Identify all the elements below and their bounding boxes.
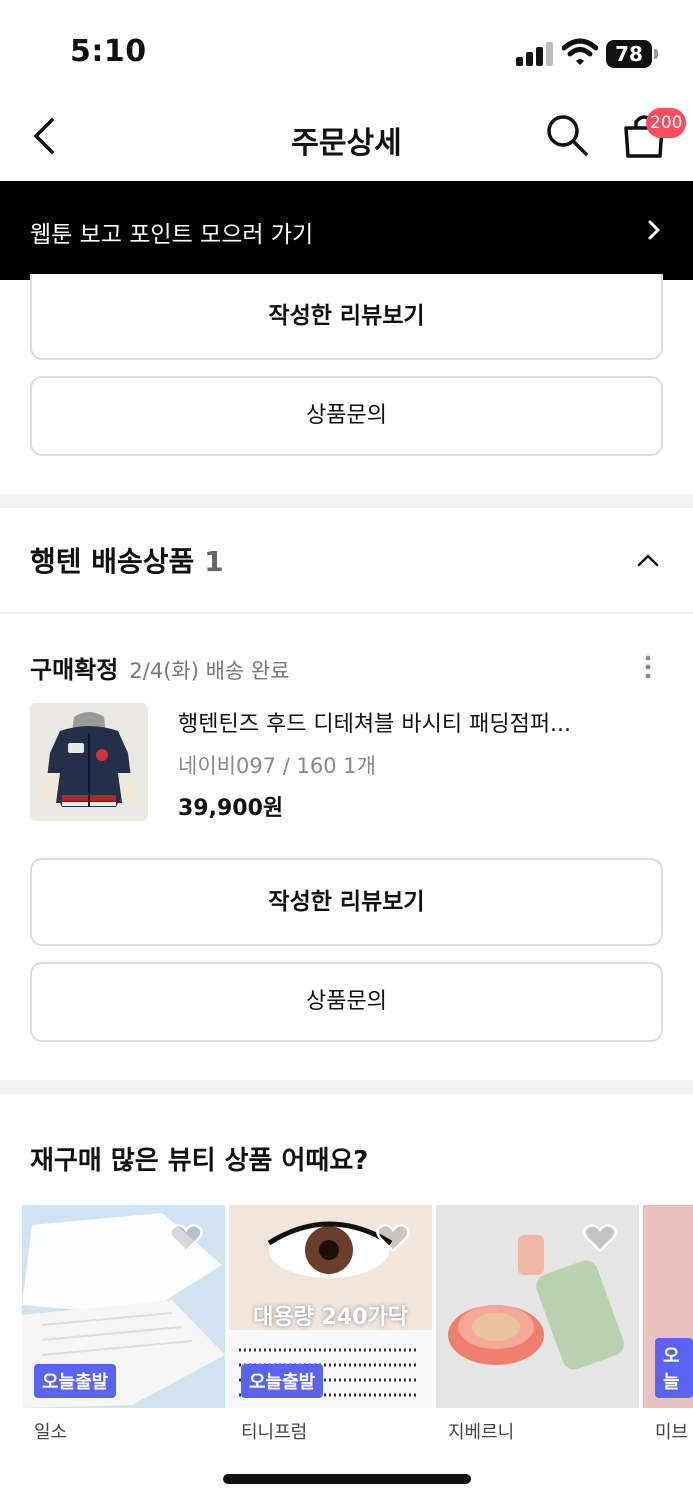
chevron-right-icon: [648, 220, 660, 240]
recommend-card[interactable]: 오늘출발: [22, 1205, 225, 1408]
recommend-card[interactable]: [436, 1205, 639, 1408]
recommend-brand: 지베르니: [448, 1422, 515, 1443]
heart-icon[interactable]: [376, 1223, 410, 1253]
same-day-badge: 오늘출발: [241, 1364, 324, 1398]
status-time: 5:10: [70, 34, 147, 69]
app-header: 주문상세: [0, 100, 693, 180]
view-review-button-top[interactable]: 작성한 리뷰보기: [30, 274, 663, 360]
recommend-brand: 일소: [34, 1422, 68, 1443]
status-bar: 5:10 78: [0, 0, 693, 100]
promo-overlay-text: 대용량 240가닥: [253, 1305, 408, 1330]
order-status-row: 구매확정 2/4(화) 배송 완료: [30, 650, 290, 685]
banner-text: 웹툰 보고 포인트 모으러 가기: [30, 222, 314, 248]
same-day-badge: 오늘: [655, 1338, 693, 1398]
recommend-brand: 미브: [655, 1422, 689, 1443]
section-divider: [0, 494, 693, 508]
section-title: 행텐 배송상품 1: [30, 540, 224, 580]
collapse-chevron-up-icon[interactable]: [636, 552, 660, 568]
wifi-icon: [562, 38, 598, 65]
cart-count-badge: 200: [646, 108, 687, 138]
battery-level: 78: [606, 40, 652, 68]
cellular-signal-icon: [516, 42, 556, 66]
divider-line: [0, 612, 693, 614]
heart-icon[interactable]: [169, 1223, 203, 1253]
search-icon[interactable]: [544, 112, 590, 158]
product-inquiry-button[interactable]: 상품문의: [30, 962, 663, 1042]
view-review-button[interactable]: 작성한 리뷰보기: [30, 858, 663, 946]
section-count: 1: [204, 545, 224, 578]
section-title-text: 행텐 배송상품: [30, 545, 195, 578]
padded-jacket-image: [30, 703, 148, 821]
same-day-badge: 오늘출발: [34, 1364, 117, 1398]
recommend-title: 재구매 많은 뷰티 상품 어때요?: [30, 1146, 369, 1176]
more-options-icon[interactable]: [644, 654, 652, 680]
recommend-brand: 티니프럼: [241, 1422, 308, 1443]
product-option: 네이비097 / 160 1개: [178, 754, 376, 778]
delivery-status: 2/4(화) 배송 완료: [129, 659, 290, 683]
battery-icon: 78: [606, 40, 658, 68]
product-thumbnail[interactable]: [30, 703, 148, 821]
webtoon-points-banner[interactable]: 웹툰 보고 포인트 모으러 가기: [0, 181, 693, 280]
home-indicator[interactable]: [223, 1474, 471, 1484]
recommend-card[interactable]: 대용량 240가닥 오늘출발: [229, 1205, 432, 1408]
order-status: 구매확정: [30, 656, 119, 684]
product-price: 39,900원: [178, 796, 284, 821]
product-inquiry-button-top[interactable]: 상품문의: [30, 376, 663, 456]
recommend-card[interactable]: 오늘: [643, 1205, 693, 1408]
product-name[interactable]: 행텐틴즈 후드 디테쳐블 바시티 패딩점퍼...: [178, 706, 608, 738]
heart-icon[interactable]: [583, 1223, 617, 1253]
section-divider: [0, 1080, 693, 1094]
